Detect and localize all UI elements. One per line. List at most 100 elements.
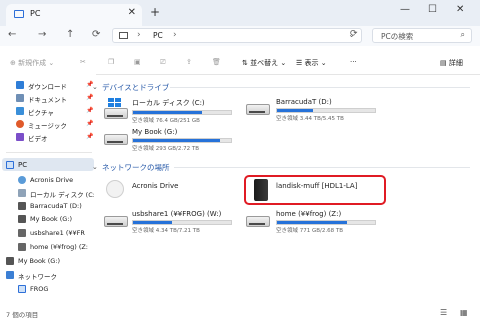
sidebar-item-videos[interactable]: ビデオ 📌 — [0, 132, 96, 143]
tab-close-button[interactable]: ✕ — [128, 7, 136, 18]
chevron-right-icon[interactable]: › — [173, 30, 177, 40]
sidebar-item-home[interactable]: home (¥¥frog) (Z: — [0, 242, 96, 253]
paste-icon[interactable]: ▣ — [134, 58, 141, 66]
search-icon: ⌕ — [460, 30, 465, 39]
sidebar-item-usbshare[interactable]: usbshare1 (¥¥FR — [0, 228, 96, 239]
device-free-space: 空き領域 3.44 TB/5.45 TB — [276, 116, 344, 122]
refresh-button[interactable]: ⟳ — [350, 29, 358, 39]
sidebar-item-label: ピクチャ — [28, 109, 54, 117]
new-button[interactable]: ⊕ 新規作成 ⌄ — [10, 58, 54, 68]
search-placeholder: PCの検索 — [381, 32, 414, 41]
network-drive-icon[interactable] — [246, 216, 270, 227]
rename-icon[interactable]: ⎚ — [160, 58, 166, 67]
view-icon: ☰ — [296, 59, 305, 67]
forward-arrow-icon[interactable]: → — [38, 29, 46, 40]
sidebar-item-pictures[interactable]: ピクチャ 📌 — [0, 106, 96, 117]
capacity-fill — [133, 139, 221, 142]
sidebar-item-label: ネットワーク — [18, 273, 57, 281]
address-bar[interactable]: › PC › ⌄ — [112, 28, 362, 43]
device-local-disk[interactable] — [104, 98, 128, 120]
network-usbshare[interactable]: usbshare1 (¥¥FROG) (W:) 空き領域 4.34 TB/7.2… — [132, 210, 232, 234]
device-mybook-info[interactable]: My Book (G:) 空き領域 293 GB/2.72 TB — [132, 128, 232, 152]
sidebar-item-network[interactable]: ネットワーク — [0, 270, 96, 281]
hard-drive-icon[interactable] — [104, 134, 128, 145]
download-icon — [16, 81, 24, 89]
document-icon — [16, 94, 24, 102]
device-barracuda-info[interactable]: BarracudaT (D:) 空き領域 3.44 TB/5.45 TB — [276, 98, 376, 122]
tiles-view-icon[interactable]: ▦ — [460, 308, 468, 317]
maximize-button[interactable]: ☐ — [428, 4, 437, 15]
close-button[interactable]: ✕ — [456, 4, 464, 15]
devices-header[interactable]: デバイスとドライブ — [102, 82, 169, 93]
details-view-icon[interactable]: ☰ — [440, 308, 447, 317]
cut-icon[interactable]: ✂ — [80, 58, 86, 66]
sidebar-item-label: PC — [18, 161, 28, 169]
network-name: Acronis Drive — [132, 182, 179, 190]
up-arrow-icon[interactable]: ↑ — [66, 29, 74, 40]
more-options-icon[interactable]: ··· — [350, 58, 357, 66]
capacity-bar — [276, 220, 376, 225]
sidebar-item-acronis[interactable]: Acronis Drive — [0, 175, 96, 186]
sidebar-item-documents[interactable]: ドキュメント 📌 — [0, 93, 96, 104]
pin-icon[interactable]: 📌 — [86, 120, 93, 127]
share-icon[interactable]: ⇪ — [186, 58, 192, 66]
new-tab-button[interactable]: + — [150, 5, 160, 19]
capacity-bar — [132, 110, 232, 115]
capacity-fill — [133, 221, 173, 224]
device-local-disk-info[interactable]: ローカル ディスク (C:) 空き領域 76.4 GB/251 GB — [132, 98, 232, 124]
sidebar-divider — [6, 152, 92, 153]
group-divider — [174, 167, 470, 168]
pin-icon[interactable]: 📌 — [86, 133, 93, 140]
view-button[interactable]: ☰ 表示 ⌄ — [296, 58, 327, 68]
sidebar-item-mybook[interactable]: My Book (G:) — [0, 214, 96, 225]
chevron-down-icon[interactable]: ⌄ — [92, 163, 98, 171]
monitor-icon — [6, 161, 14, 169]
pin-icon[interactable]: 📌 — [86, 94, 93, 101]
music-icon — [16, 120, 24, 128]
sidebar-item-mybook-root[interactable]: My Book (G:) — [0, 256, 96, 267]
pin-icon[interactable]: 📌 — [86, 107, 93, 114]
details-button[interactable]: ▤ 詳細 — [440, 58, 463, 68]
network-header[interactable]: ネットワークの場所 — [102, 162, 170, 173]
drive-icon — [6, 257, 14, 265]
search-input[interactable]: PCの検索 ⌕ — [372, 28, 472, 43]
sidebar-item-label: FROG — [30, 285, 49, 293]
chevron-down-icon[interactable]: ⌄ — [92, 83, 98, 91]
tab-pc[interactable]: PC ✕ — [6, 4, 142, 26]
sidebar-item-label: usbshare1 (¥¥FR — [30, 229, 85, 237]
sidebar-item-music[interactable]: ミュージック 📌 — [0, 119, 96, 130]
computer-icon — [18, 285, 26, 293]
sidebar-item-barracuda[interactable]: BarracudaT (D:) — [0, 201, 96, 212]
device-name: My Book (G:) — [132, 128, 178, 136]
refresh-icon[interactable]: ⟳ — [92, 29, 100, 40]
sidebar-item-label: ローカル ディスク (C: — [30, 191, 94, 199]
sidebar-item-label: ミュージック — [28, 122, 67, 130]
new-label: 新規作成 — [18, 59, 47, 67]
sidebar-item-label: ダウンロード — [28, 83, 67, 91]
chevron-right-icon[interactable]: › — [137, 30, 141, 40]
network-acronis[interactable]: Acronis Drive — [132, 182, 178, 190]
sidebar-item-pc[interactable]: PC — [0, 160, 96, 171]
back-arrow-icon[interactable]: ← — [8, 29, 16, 40]
drive-icon — [18, 215, 26, 223]
breadcrumb-pc[interactable]: PC — [153, 31, 163, 40]
cloud-drive-icon[interactable] — [106, 180, 124, 198]
copy-icon[interactable]: ❐ — [108, 58, 114, 66]
new-icon: ⊕ — [10, 59, 19, 67]
hard-drive-icon — [104, 108, 128, 119]
network-drive-icon — [18, 229, 26, 237]
device-name: BarracudaT (D:) — [276, 98, 332, 106]
minimize-button[interactable]: — — [400, 4, 410, 15]
sidebar-item-downloads[interactable]: ダウンロード 📌 — [0, 80, 96, 91]
sidebar-item-frog[interactable]: FROG — [0, 284, 96, 295]
network-home[interactable]: home (¥¥frog) (Z:) 空き領域 771 GB/2.68 TB — [276, 210, 376, 234]
delete-icon[interactable]: 🗑 — [212, 58, 221, 66]
tab-title: PC — [30, 9, 41, 18]
sidebar-item-local-disk[interactable]: ローカル ディスク (C: — [0, 188, 96, 199]
device-free-space: 空き領域 76.4 GB/251 GB — [132, 118, 200, 124]
sort-button[interactable]: ⇅ 並べ替え ⌄ — [242, 58, 286, 68]
pictures-icon — [16, 107, 24, 115]
hard-drive-icon[interactable] — [246, 104, 270, 115]
network-drive-icon[interactable] — [104, 216, 128, 227]
network-icon — [6, 271, 14, 279]
